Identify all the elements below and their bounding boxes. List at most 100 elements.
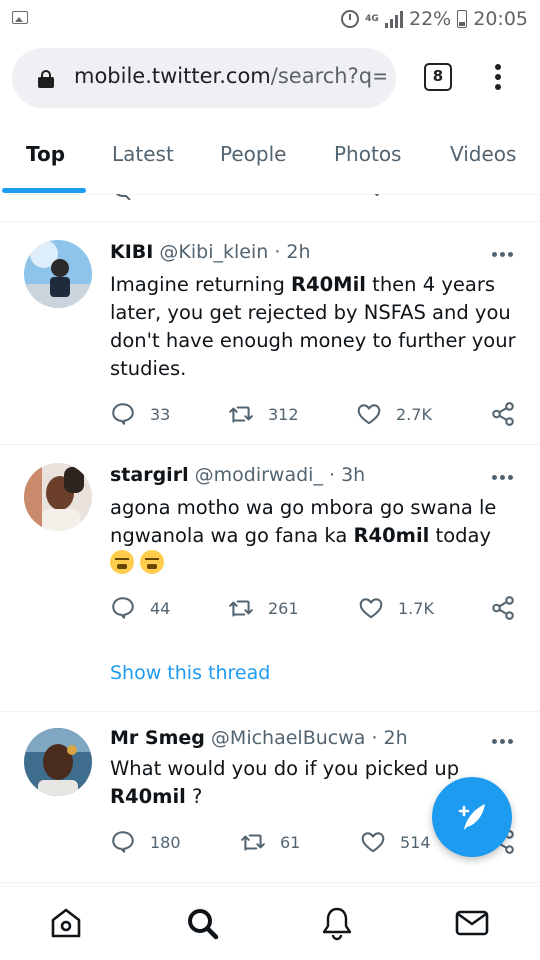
search-icon	[188, 909, 219, 940]
previous-tweet-actions	[0, 194, 540, 204]
url-text[interactable]: mobile.twitter.com/search?q=	[74, 64, 386, 88]
author-name[interactable]: Mr Smeg	[110, 727, 205, 749]
active-tab-indicator	[2, 188, 86, 193]
signal-icon	[385, 10, 403, 28]
retweet-count: 312	[268, 404, 299, 424]
network-type: 4G	[365, 13, 379, 24]
avatar[interactable]	[24, 728, 92, 796]
tweet-time[interactable]: · 2h	[371, 727, 407, 749]
like-count: 1.7K	[398, 598, 434, 618]
reply-button[interactable]: 33	[110, 400, 170, 428]
reply-count: 33	[150, 404, 171, 424]
avatar[interactable]	[24, 240, 92, 308]
like-button[interactable]: 1.7K	[358, 594, 434, 622]
browser-toolbar: mobile.twitter.com/search?q= 8	[0, 38, 540, 120]
nav-home[interactable]	[48, 905, 84, 941]
reply-button[interactable]: 180	[110, 828, 181, 856]
tweet-actions: 44 261 1.7K	[110, 594, 520, 622]
tweet-text-part: ?	[185, 785, 203, 808]
show-thread-link[interactable]: Show this thread	[110, 662, 270, 684]
more-options-icon[interactable]	[492, 475, 514, 481]
search-term-highlight: R40Mil	[291, 273, 366, 296]
tweet-time[interactable]: · 2h	[274, 241, 310, 263]
share-icon[interactable]	[500, 194, 516, 200]
heart-icon	[361, 832, 385, 853]
reply-icon[interactable]	[112, 194, 136, 200]
reply-button[interactable]: 44	[110, 594, 170, 622]
author-name[interactable]: KIBI	[110, 241, 153, 263]
share-button[interactable]	[490, 400, 516, 428]
reply-icon	[112, 831, 134, 853]
retweet-button[interactable]: 312	[228, 400, 299, 428]
browser-menu-icon[interactable]	[490, 64, 506, 94]
like-button[interactable]: 2.7K	[356, 400, 432, 428]
more-options-icon[interactable]	[492, 252, 514, 258]
nav-messages[interactable]	[454, 905, 490, 941]
reply-count: 44	[150, 598, 171, 618]
share-icon	[492, 596, 514, 620]
heart-icon[interactable]	[366, 194, 388, 200]
tweet-text: agona motho wa go mbora go swana le ngwa…	[110, 494, 510, 578]
tab-switcher-button[interactable]: 8	[424, 63, 452, 91]
author-handle[interactable]: @MichaelBucwa	[211, 727, 365, 749]
tab-videos[interactable]: Videos	[450, 142, 516, 166]
nav-notifications[interactable]	[319, 905, 355, 941]
tweet-header: stargirl @modirwadi_ · 3h	[110, 464, 365, 486]
gallery-notification-icon	[12, 11, 28, 24]
search-term-highlight: R40mil	[110, 785, 186, 808]
more-options-icon[interactable]	[492, 739, 514, 745]
compose-tweet-button[interactable]	[432, 777, 512, 857]
alarm-icon	[341, 10, 359, 28]
share-button[interactable]	[490, 594, 516, 622]
status-indicators: 4G 22% 20:05	[341, 6, 528, 32]
author-name[interactable]: stargirl	[110, 464, 189, 486]
tweet-text: Imagine returning R40Mil then 4 years la…	[110, 271, 520, 383]
author-handle[interactable]: @modirwadi_	[195, 464, 323, 486]
retweet-button[interactable]: 261	[228, 594, 299, 622]
tab-top[interactable]: Top	[26, 142, 65, 166]
like-count: 514	[400, 832, 431, 852]
share-icon	[492, 402, 514, 426]
tweet-header: KIBI @Kibi_klein · 2h	[110, 241, 311, 263]
reply-icon	[112, 597, 134, 619]
url-path: /search?q=	[270, 64, 386, 88]
bell-icon	[322, 907, 352, 941]
author-handle[interactable]: @Kibi_klein	[159, 241, 268, 263]
like-count: 2.7K	[396, 404, 432, 424]
search-tabs: Top Latest People Photos Videos	[0, 120, 540, 194]
mail-icon	[455, 910, 489, 936]
tweet-actions: 33 312 2.7K	[110, 400, 520, 428]
address-bar[interactable]: mobile.twitter.com/search?q=	[12, 48, 396, 108]
reply-count: 180	[150, 832, 181, 852]
tweet[interactable]: KIBI @Kibi_klein · 2h Imagine returning …	[0, 222, 540, 444]
tweet-text-part: Imagine returning	[110, 273, 292, 296]
bottom-navigation	[0, 886, 540, 960]
avatar[interactable]	[24, 463, 92, 531]
steam-from-nose-emoji	[140, 550, 165, 574]
tab-latest[interactable]: Latest	[112, 142, 174, 166]
battery-percent: 22%	[409, 8, 452, 30]
heart-icon	[357, 404, 381, 425]
retweet-icon	[229, 406, 253, 423]
steam-from-nose-emoji	[110, 550, 134, 574]
tweet-time[interactable]: · 3h	[329, 464, 365, 486]
tweet-text-part: What would you do if you picked up	[110, 757, 460, 780]
retweet-icon	[241, 834, 265, 851]
tab-photos[interactable]: Photos	[334, 142, 401, 166]
tab-people[interactable]: People	[220, 142, 286, 166]
like-button[interactable]: 514	[360, 828, 431, 856]
lock-icon[interactable]	[38, 70, 54, 88]
status-bar: 4G 22% 20:05	[0, 0, 540, 38]
tweet-header: Mr Smeg @MichaelBucwa · 2h	[110, 727, 408, 749]
compose-tweet-icon	[458, 804, 485, 830]
home-icon	[51, 908, 81, 938]
battery-icon	[457, 10, 468, 28]
retweet-count: 261	[268, 598, 299, 618]
tweet-text-part: today	[429, 524, 492, 547]
nav-search[interactable]	[184, 905, 220, 941]
heart-icon	[359, 598, 383, 619]
divider	[0, 882, 540, 883]
tweet-text: What would you do if you picked up R40mi…	[110, 755, 460, 811]
retweet-button[interactable]: 61	[240, 828, 300, 856]
retweet-icon[interactable]	[240, 194, 266, 200]
